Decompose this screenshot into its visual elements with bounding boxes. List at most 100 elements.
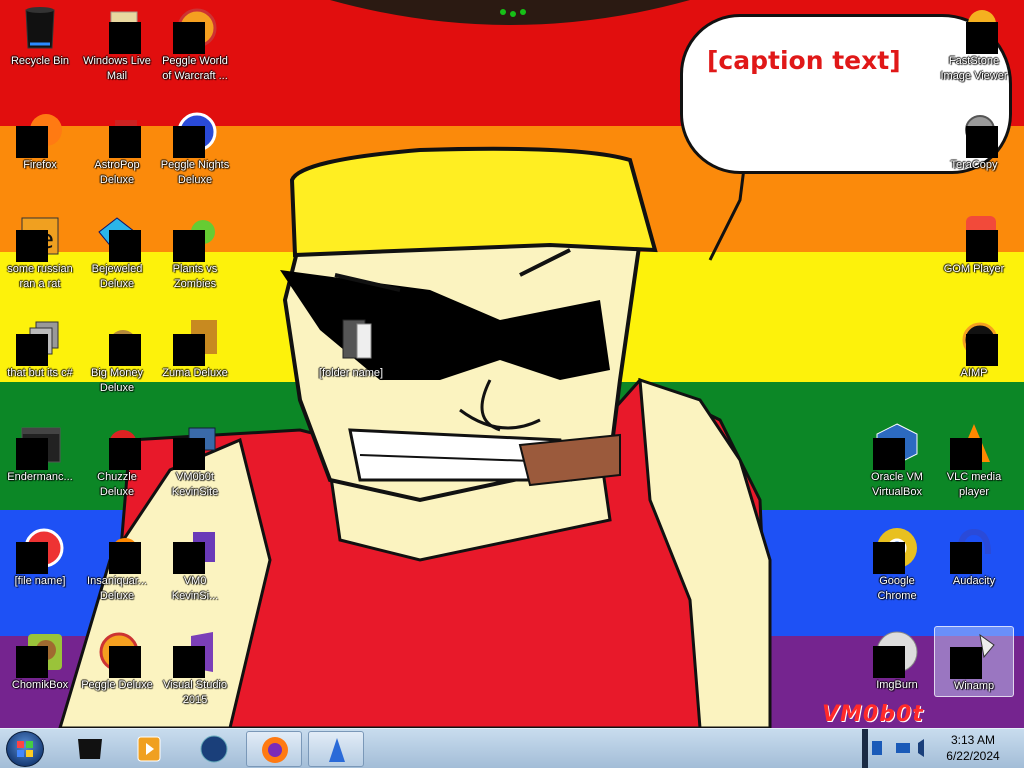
- desktop-icon-label: [file name]: [14, 575, 66, 587]
- desktop-icon-label: Bejeweled Deluxe: [91, 263, 143, 290]
- desktop-icon-gom-player[interactable]: GOM Player: [934, 212, 1014, 277]
- app-icon: [16, 524, 64, 574]
- desktop-icon-peggle-deluxe[interactable]: Peggle Deluxe: [77, 628, 157, 693]
- globe-icon: [200, 735, 228, 763]
- terminal-icon: [16, 420, 64, 470]
- desktop-icon-google-chrome[interactable]: Google Chrome: [857, 524, 937, 604]
- desktop-icon-vm0b0t-kevinsite[interactable]: VM0b0t KevinSite: [155, 420, 235, 500]
- desktop-icon-folder-center[interactable]: [folder name]: [311, 316, 391, 381]
- media-player-icon: [137, 736, 161, 762]
- desktop-icon-teracopy[interactable]: TeraCopy: [934, 108, 1014, 173]
- desktop-icon-insaniquarium[interactable]: Insaniquar... Deluxe: [77, 524, 157, 604]
- desktop-icon-label: VM0b0t KevinSite: [171, 471, 219, 498]
- desktop-icon-some-russian[interactable]: e some russian ran a rat: [0, 212, 80, 292]
- file-stack-icon: [16, 316, 64, 366]
- desktop-icon-vm0-kevinsi[interactable]: VM0 KevinSi...: [155, 524, 235, 604]
- desktop-icon-label: that but its c#: [7, 367, 73, 379]
- network-icon: [872, 741, 882, 755]
- desktop-icon-chuzzle[interactable]: Chuzzle Deluxe: [77, 420, 157, 500]
- desktop-icon-label: Winamp: [953, 680, 995, 692]
- disc-icon: [873, 628, 921, 678]
- taskbar-clock[interactable]: 3:13 AM 6/22/2024: [930, 732, 1016, 764]
- desktop-icon-label: AIMP: [960, 367, 988, 379]
- taskbar-pinned-globe[interactable]: [186, 731, 242, 767]
- desktop-icon-label: GOM Player: [943, 263, 1005, 275]
- desktop-icon-astropop[interactable]: AstroPop Deluxe: [77, 108, 157, 188]
- desktop-icon-label: some russian ran a rat: [7, 263, 73, 290]
- game-icon: [93, 108, 141, 158]
- desktop-icon-label: Endermanc...: [7, 471, 73, 483]
- clock-time: 3:13 AM: [950, 733, 996, 747]
- desktop-icon-big-money[interactable]: Big Money Deluxe: [77, 316, 157, 396]
- desktop-icon-imgburn[interactable]: ImgBurn: [857, 628, 937, 693]
- desktop-icon-label: ImgBurn: [876, 679, 918, 691]
- hamster-icon: [16, 628, 64, 678]
- desktop-icon-label: VLC media player: [946, 471, 1002, 498]
- desktop-icon-visual-studio[interactable]: Visual Studio 2015: [155, 628, 235, 708]
- media-player-icon: [950, 212, 998, 262]
- image-viewer-icon: [950, 4, 998, 54]
- peggle-icon: [171, 4, 219, 54]
- desktop-icon-label: Peggle Nights Deluxe: [160, 159, 230, 186]
- desktop-icon-audacity[interactable]: Audacity: [934, 524, 1014, 589]
- desktop-icon-label: [folder name]: [318, 367, 384, 379]
- desktop-icon-label: Audacity: [952, 575, 996, 587]
- folder-icon: [327, 316, 375, 364]
- volume-icon: [918, 739, 924, 757]
- aimp-icon: [950, 316, 998, 366]
- vlc-cone-icon: [950, 420, 998, 470]
- desktop-icon-label: AstroPop Deluxe: [94, 159, 140, 186]
- firefox-icon: [262, 737, 288, 763]
- desktop: [caption text] VM0b0t Recycle Bin Firefo…: [0, 0, 1024, 728]
- desktop-icon-vlc[interactable]: VLC media player: [934, 420, 1014, 500]
- clock-date: 6/22/2024: [946, 749, 1000, 763]
- chrome-icon: [873, 524, 921, 574]
- desktop-icon-endermanch[interactable]: Endermanc...: [0, 420, 80, 485]
- desktop-icon-label: Oracle VM VirtualBox: [871, 471, 923, 498]
- fish-icon: [93, 524, 141, 574]
- desktop-icon-bejeweled[interactable]: Bejeweled Deluxe: [77, 212, 157, 292]
- desktop-icon-label: Windows Live Mail: [83, 55, 151, 82]
- chuzzle-icon: [93, 420, 141, 470]
- desktop-icon-none-of-you[interactable]: [file name]: [0, 524, 80, 589]
- taskbar-firefox-window[interactable]: [246, 731, 302, 767]
- taskbar-pinned-terminal[interactable]: [62, 731, 118, 767]
- gem-icon: [93, 212, 141, 262]
- windows-logo-icon: [17, 741, 33, 757]
- visual-studio-icon: [171, 628, 219, 678]
- start-button[interactable]: [6, 731, 44, 767]
- desktop-icon-label: FastStone Image Viewer: [940, 55, 1008, 82]
- taskbar: 3:13 AM 6/22/2024: [0, 728, 1024, 768]
- money-bag-icon: [93, 316, 141, 366]
- desktop-icon-label: Firefox: [23, 159, 57, 171]
- desktop-icon-faststone[interactable]: FastStone Image Viewer: [934, 4, 1014, 84]
- headphones-icon: [950, 524, 998, 574]
- desktop-icon-peggle-wow[interactable]: Peggle World of Warcraft ...: [155, 4, 235, 84]
- peggle-icon: [171, 108, 219, 158]
- desktop-icon-label: Zuma Deluxe: [162, 367, 228, 379]
- peggle-icon: [93, 628, 141, 678]
- desktop-icon-label: Peggle Deluxe: [81, 679, 153, 691]
- desktop-icon-aimp[interactable]: AIMP: [934, 316, 1014, 381]
- watermark: VM0b0t: [822, 702, 924, 727]
- desktop-icon-label: Chuzzle Deluxe: [97, 471, 137, 498]
- desktop-icon-plants-vs-zombies[interactable]: Plants vs Zombies: [155, 212, 235, 292]
- desktop-icon-label: Insaniquar... Deluxe: [87, 575, 147, 602]
- desktop-icon-that-but-csharp[interactable]: that but its c#: [0, 316, 80, 381]
- desktop-icon-firefox[interactable]: Firefox: [0, 108, 80, 173]
- desktop-icon-virtualbox[interactable]: Oracle VM VirtualBox: [857, 420, 937, 500]
- desktop-icon-zuma[interactable]: Zuma Deluxe: [155, 316, 235, 381]
- desktop-icon-windows-live-mail[interactable]: Windows Live Mail: [77, 4, 157, 84]
- firefox-icon: [16, 108, 64, 158]
- desktop-icon-winamp[interactable]: Winamp: [934, 626, 1014, 697]
- desktop-icon-chomikbox[interactable]: ChomikBox: [0, 628, 80, 693]
- vm-icon: [171, 524, 219, 574]
- plant-icon: [171, 212, 219, 262]
- taskbar-pinned-media-player[interactable]: [122, 731, 178, 767]
- taskbar-app-window[interactable]: [308, 731, 364, 767]
- mail-icon: [93, 4, 141, 54]
- desktop-icon-peggle-nights[interactable]: Peggle Nights Deluxe: [155, 108, 235, 188]
- desktop-icon-label: Visual Studio 2015: [162, 679, 227, 706]
- selection-highlight: Winamp: [934, 626, 1014, 697]
- desktop-icon-recycle-bin[interactable]: Recycle Bin: [0, 4, 80, 69]
